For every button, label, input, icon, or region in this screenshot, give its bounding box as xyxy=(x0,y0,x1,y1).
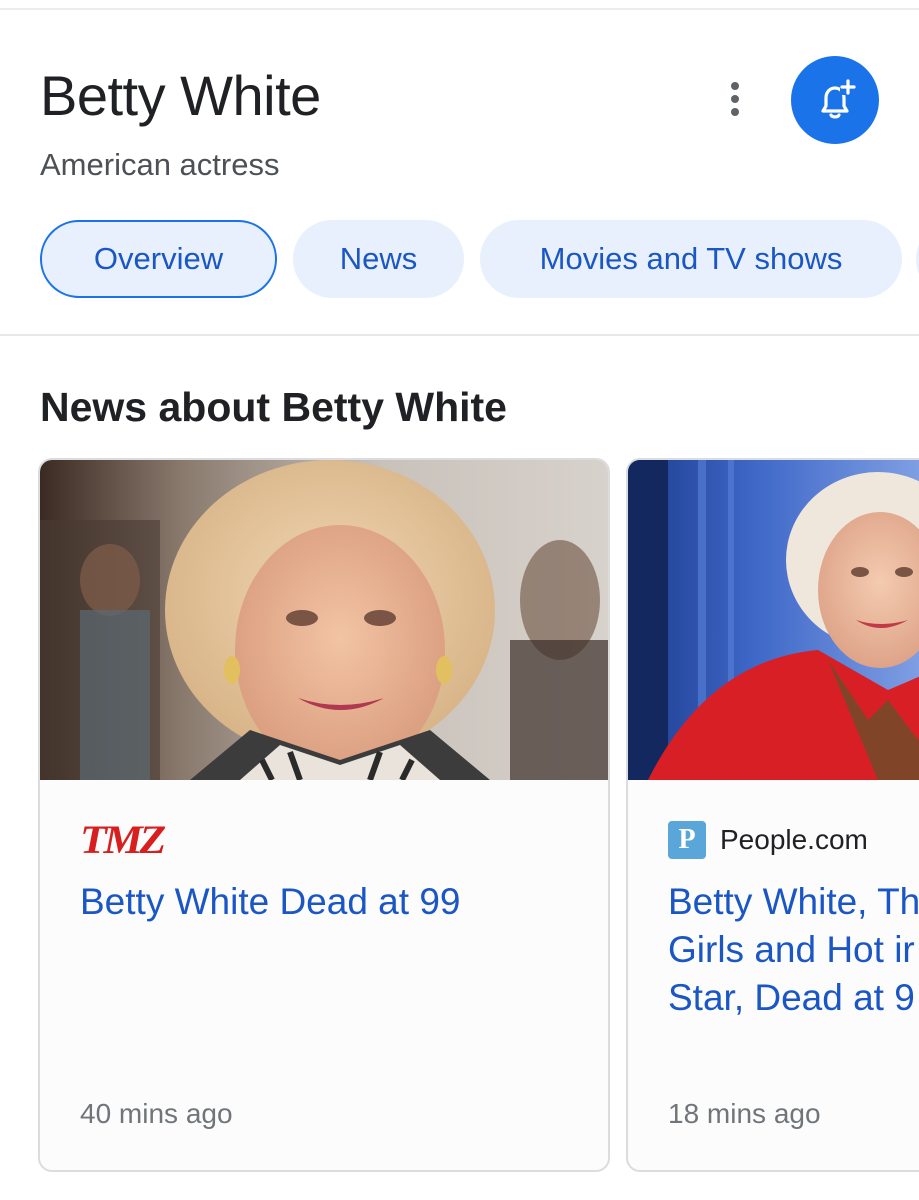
tab-news-label: News xyxy=(339,241,418,276)
news-card-image xyxy=(40,460,608,780)
more-vert-icon xyxy=(731,82,739,90)
tab-movies-and-tv-shows[interactable]: Movies and TV shows xyxy=(480,220,902,298)
follow-button[interactable] xyxy=(791,56,879,144)
news-headline[interactable]: Betty White, Th Girls and Hot ir Star, D… xyxy=(668,878,919,1022)
tab-overview-label: Overview xyxy=(93,241,224,276)
news-headline[interactable]: Betty White Dead at 99 xyxy=(80,878,600,926)
bell-plus-icon xyxy=(821,79,856,119)
section-divider xyxy=(0,334,919,336)
news-source: P People.com xyxy=(668,820,868,860)
news-headline-line: Star, Dead at 9 xyxy=(668,977,915,1018)
tab-overview[interactable]: Overview xyxy=(40,220,277,298)
entity-subtitle: American actress xyxy=(40,147,280,182)
news-card[interactable]: P People.com Betty White, Th Girls and H… xyxy=(626,458,919,1172)
news-headline-line: Betty White, Th xyxy=(668,881,919,922)
tab-movies-label: Movies and TV shows xyxy=(539,241,843,276)
entity-title: Betty White xyxy=(40,64,321,127)
news-card-image xyxy=(628,460,919,780)
news-source-name: People.com xyxy=(720,824,868,855)
news-headline-line: Girls and Hot ir xyxy=(668,929,915,970)
news-timestamp: 40 mins ago xyxy=(80,1098,233,1129)
news-section-title: News about Betty White xyxy=(40,384,507,430)
news-source: TMZ xyxy=(80,820,166,860)
news-card[interactable]: TMZ Betty White Dead at 99 40 mins ago xyxy=(38,458,610,1172)
top-divider xyxy=(0,0,919,10)
tab-chip-row: Overview News Movies and TV shows xyxy=(40,220,919,298)
news-timestamp: 18 mins ago xyxy=(668,1098,821,1129)
people-favicon-icon: P xyxy=(668,821,706,859)
more-options-button[interactable] xyxy=(712,76,758,122)
tmz-logo: TMZ xyxy=(80,817,166,862)
tab-news[interactable]: News xyxy=(293,220,464,298)
